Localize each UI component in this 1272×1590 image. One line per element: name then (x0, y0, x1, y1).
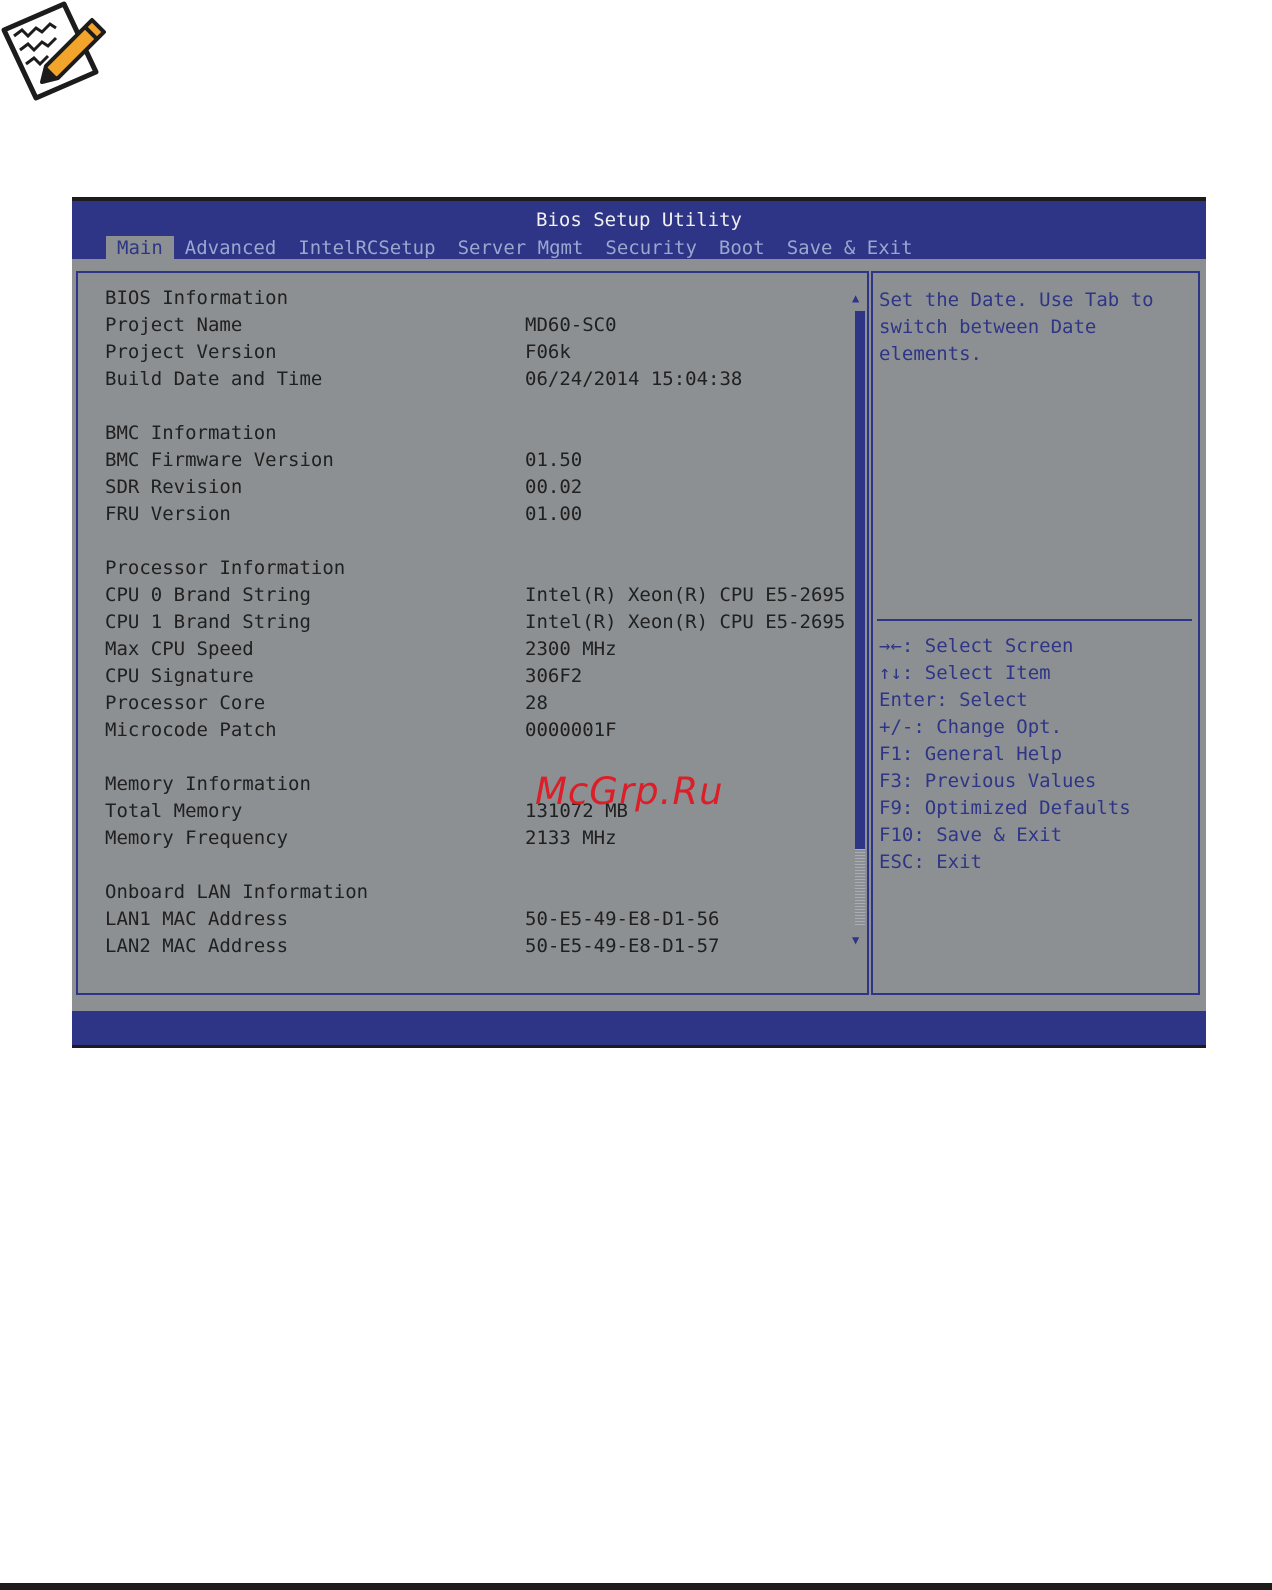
key-f9-defaults: F9: Optimized Defaults (879, 797, 1131, 819)
key-select-item: ↑↓: Select Item (879, 662, 1051, 684)
tab-security[interactable]: Security (594, 236, 708, 261)
key-esc-exit: ESC: Exit (879, 851, 982, 873)
help-text: Set the Date. Use Tab to switch between … (879, 289, 1154, 365)
section-title: BIOS Information (105, 287, 289, 309)
key-f1-help: F1: General Help (879, 743, 1063, 765)
row-label: FRU Version (105, 503, 231, 525)
row-label: CPU 0 Brand String (105, 584, 311, 606)
row-label: Build Date and Time (105, 368, 323, 390)
row-label: Memory Frequency (105, 827, 289, 849)
row-value: 01.00 (525, 503, 583, 525)
scroll-down-arrow-icon[interactable]: ▼ (852, 933, 859, 947)
tab-bar: Main Advanced IntelRCSetup Server Mgmt S… (106, 236, 924, 261)
row-label: Project Version (105, 341, 277, 363)
row-label: LAN2 MAC Address (105, 935, 289, 957)
section-title: Memory Information (105, 773, 311, 795)
section-title: Onboard LAN Information (105, 881, 369, 903)
bios-window: Bios Setup Utility Main Advanced IntelRC… (72, 197, 1206, 1048)
tab-advanced[interactable]: Advanced (174, 236, 288, 261)
main-info-panel: BIOS Information Project Name MD60-SC0 Pr… (76, 271, 869, 995)
row-label: Max CPU Speed (105, 638, 254, 660)
tab-save-exit[interactable]: Save & Exit (776, 236, 924, 261)
row-label: CPU Signature (105, 665, 254, 687)
row-value: MD60-SC0 (525, 314, 617, 336)
row-label: Processor Core (105, 692, 266, 714)
row-label: SDR Revision (105, 476, 243, 498)
row-value: 06/24/2014 15:04:38 (525, 368, 743, 390)
row-value: 50-E5-49-E8-D1-57 (525, 935, 720, 957)
key-enter: Enter: Select (879, 689, 1028, 711)
row-value: Intel(R) Xeon(R) CPU E5-2695 (525, 611, 846, 633)
row-value: Intel(R) Xeon(R) CPU E5-2695 (525, 584, 846, 606)
tab-intelrcsetup[interactable]: IntelRCSetup (287, 236, 446, 261)
scroll-up-arrow-icon[interactable]: ▲ (852, 291, 859, 305)
bios-title: Bios Setup Utility (536, 209, 742, 231)
help-divider (877, 619, 1192, 621)
key-select-screen: →←: Select Screen (879, 635, 1074, 657)
scrollbar-thumb[interactable] (855, 311, 865, 849)
watermark: McGrp.Ru (535, 770, 724, 813)
key-f10-save-exit: F10: Save & Exit (879, 824, 1063, 846)
key-change-opt: +/-: Change Opt. (879, 716, 1063, 738)
row-value: F06k (525, 341, 571, 363)
row-label: Total Memory (105, 800, 243, 822)
page-footer-rule (0, 1583, 1272, 1590)
tab-main[interactable]: Main (106, 236, 174, 261)
note-pencil-icon (0, 0, 112, 102)
row-label: Microcode Patch (105, 719, 277, 741)
tab-boot[interactable]: Boot (708, 236, 776, 261)
section-title: Processor Information (105, 557, 346, 579)
row-label: CPU 1 Brand String (105, 611, 311, 633)
row-label: Project Name (105, 314, 243, 336)
row-label: LAN1 MAC Address (105, 908, 289, 930)
row-value: 28 (525, 692, 548, 714)
row-value: 50-E5-49-E8-D1-56 (525, 908, 720, 930)
row-value: 01.50 (525, 449, 583, 471)
key-legend: →←: Select Screen ↑↓: Select Item Enter:… (879, 633, 1131, 876)
key-f3-previous: F3: Previous Values (879, 770, 1097, 792)
tab-server-mgmt[interactable]: Server Mgmt (447, 236, 595, 261)
row-value: 0000001F (525, 719, 617, 741)
section-title: BMC Information (105, 422, 277, 444)
row-value: 2300 MHz (525, 638, 617, 660)
bios-header-bar: Bios Setup Utility Main Advanced IntelRC… (72, 197, 1206, 261)
row-label: BMC Firmware Version (105, 449, 334, 471)
row-value: 306F2 (525, 665, 583, 687)
row-value: 2133 MHz (525, 827, 617, 849)
bios-footer-bar (72, 1011, 1206, 1048)
help-panel: Set the Date. Use Tab to switch between … (871, 271, 1200, 995)
row-value: 00.02 (525, 476, 583, 498)
